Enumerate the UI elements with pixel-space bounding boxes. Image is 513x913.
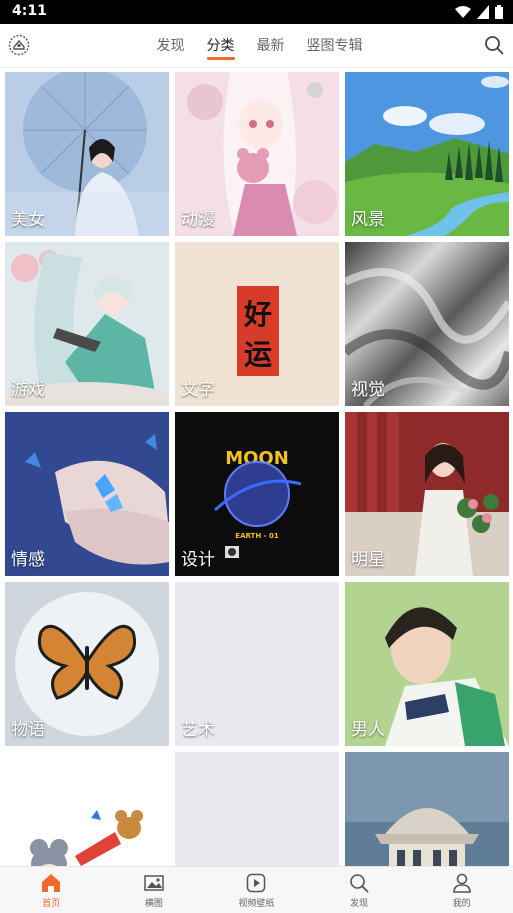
tab-discover[interactable]: 发现 (157, 24, 185, 68)
good-luck-char-1: 好 (243, 298, 272, 331)
category-tile-celebrity[interactable]: 明星 (345, 412, 509, 576)
image-icon (144, 874, 164, 891)
category-tile-beauty[interactable]: 美女 (5, 72, 169, 236)
user-icon (452, 873, 471, 893)
nav-label: 我的 (452, 898, 471, 909)
bottom-navigation: 首页 横图 视频壁纸 发现 我的 (0, 866, 513, 913)
discover-icon (350, 873, 369, 892)
nav-discover[interactable]: 发现 (308, 867, 411, 913)
nav-label: 首页 (42, 898, 61, 909)
tab-category[interactable]: 分类 (206, 24, 235, 68)
good-luck-char-2: 运 (244, 338, 272, 371)
category-tile-men[interactable]: 男人 (345, 582, 509, 746)
nav-label: 横图 (144, 898, 163, 909)
nav-landscape-images[interactable]: 横图 (103, 867, 206, 913)
top-bar: 发现 分类 最新 竖图专辑 (0, 24, 513, 68)
category-label: 游戏 (11, 380, 45, 400)
tab-latest[interactable]: 最新 (257, 24, 285, 68)
category-tile-anime[interactable]: 动漫 (175, 72, 339, 236)
category-label: 艺术 (181, 720, 215, 740)
tab-vertical-albums[interactable]: 竖图专辑 (307, 24, 363, 68)
signal-icon (477, 5, 489, 19)
wifi-icon (455, 6, 471, 18)
category-tile-art[interactable]: 艺术 (175, 582, 339, 746)
category-tile-text[interactable]: 好 运 文字 (175, 242, 339, 406)
video-icon (247, 873, 266, 892)
category-label: 物语 (11, 720, 45, 740)
battery-icon (495, 5, 503, 19)
category-label: 动漫 (181, 210, 215, 230)
poster-subtitle: EARTH - 01 (235, 532, 279, 540)
category-label: 风景 (351, 210, 385, 230)
category-label: 情感 (11, 550, 45, 570)
home-icon (42, 873, 61, 892)
category-label: 设计 (181, 550, 215, 570)
nav-label: 视频壁纸 (238, 898, 275, 909)
search-icon[interactable] (483, 34, 505, 56)
nav-profile[interactable]: 我的 (410, 867, 513, 913)
status-bar: 4:11 (0, 0, 513, 24)
nav-label: 发现 (350, 898, 369, 909)
category-tile-design[interactable]: MOON EARTH - 01 设计 (175, 412, 339, 576)
category-tile-emotion[interactable]: 情感 (5, 412, 169, 576)
category-label: 视觉 (351, 380, 385, 400)
category-label: 明星 (351, 550, 385, 570)
category-tile-game[interactable]: 游戏 (5, 242, 169, 406)
category-tile-story[interactable]: 物语 (5, 582, 169, 746)
nav-home[interactable]: 首页 (0, 867, 103, 913)
category-tile-scenery[interactable]: 风景 (345, 72, 509, 236)
status-icons (455, 5, 503, 19)
category-label: 美女 (11, 210, 45, 230)
category-grid: 美女 动漫 风景 游戏 好 运 文字 视觉 情感 MOON EARTH - 01… (5, 72, 509, 913)
tab-bar: 发现 分类 最新 竖图专辑 (0, 24, 513, 68)
status-time: 4:11 (12, 3, 47, 19)
category-tile-visual[interactable]: 视觉 (345, 242, 509, 406)
nav-video-wallpaper[interactable]: 视频壁纸 (205, 867, 308, 913)
category-label: 文字 (181, 380, 215, 400)
category-label: 男人 (351, 720, 385, 740)
